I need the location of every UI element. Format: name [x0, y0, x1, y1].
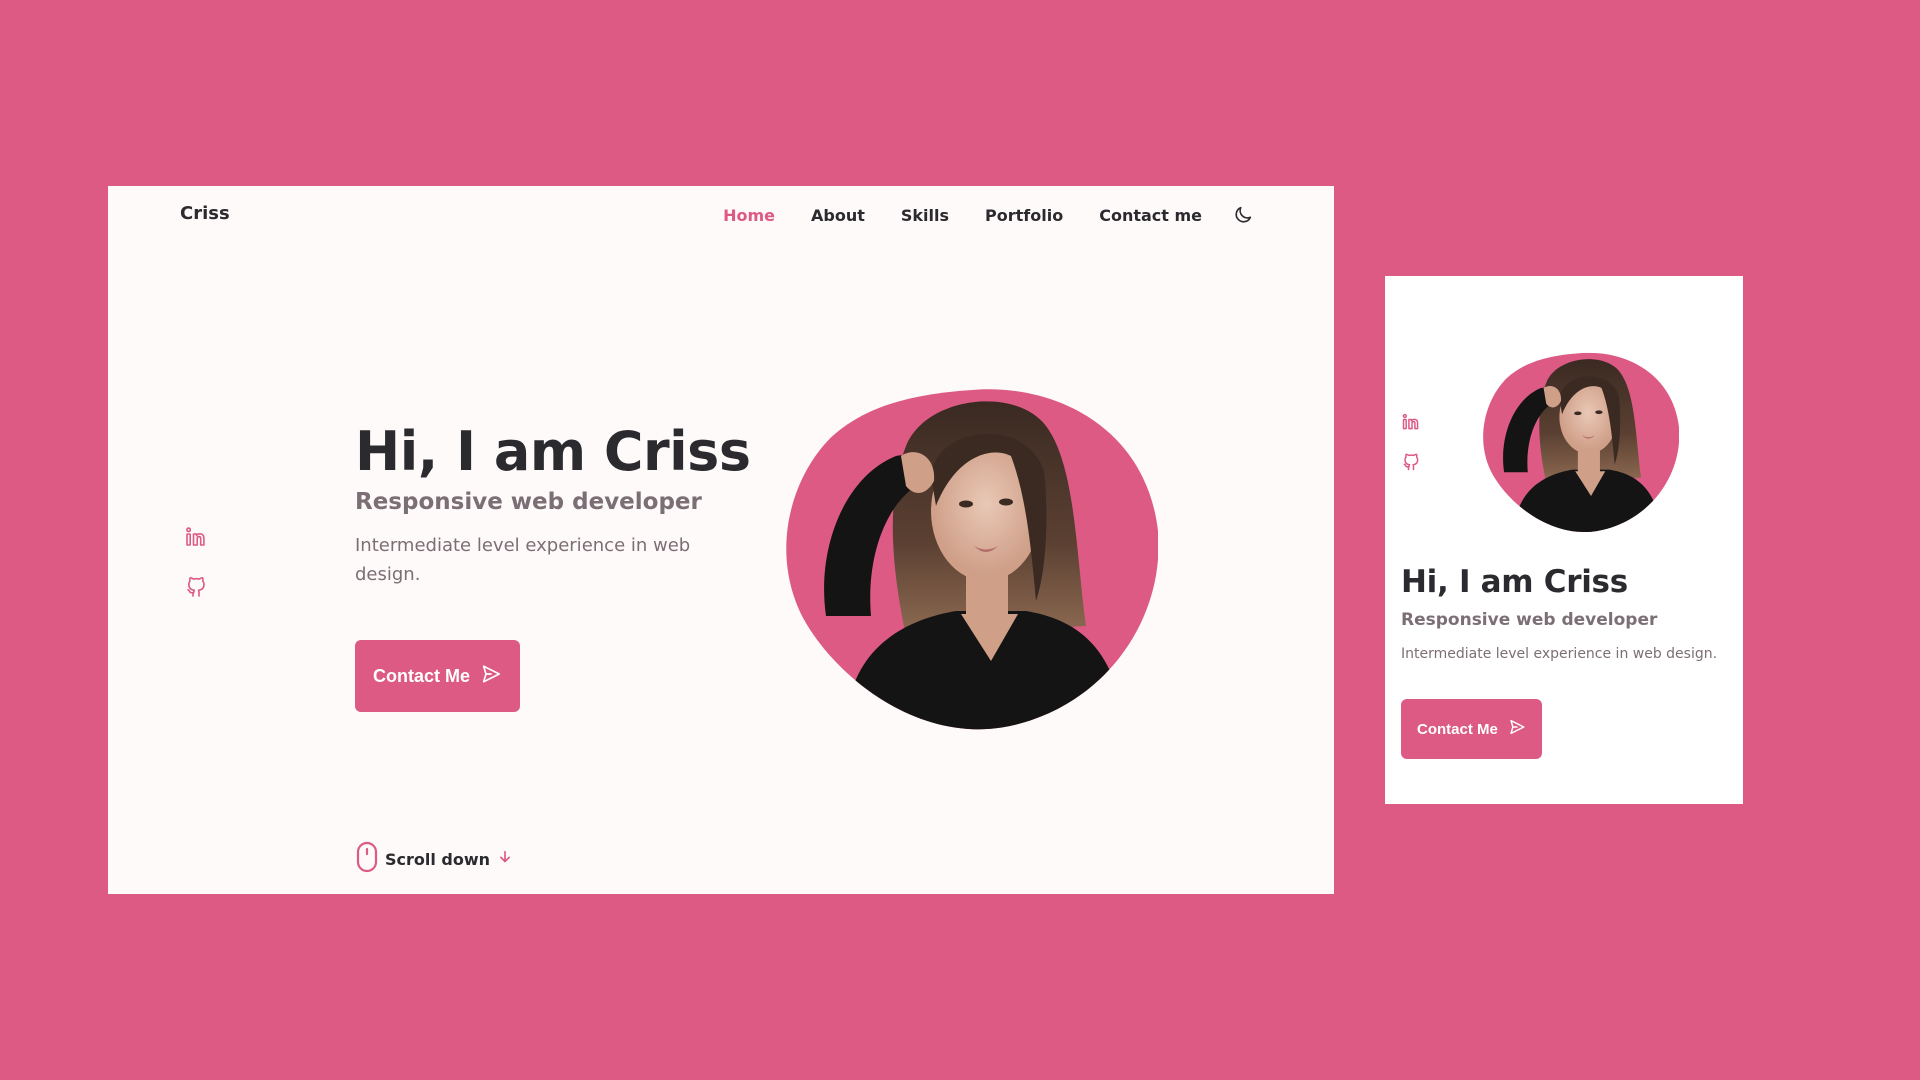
hero-text: Hi, I am Criss Responsive web developer … — [355, 422, 775, 589]
nav-skills[interactable]: Skills — [901, 206, 949, 225]
mobile-mockup: Hi, I am Criss Responsive web developer … — [1385, 276, 1743, 804]
nav-contact[interactable]: Contact me — [1099, 206, 1202, 225]
nav-home[interactable]: Home — [723, 206, 775, 225]
nav-about[interactable]: About — [811, 206, 865, 225]
mobile-hero-title: Hi, I am Criss — [1401, 564, 1628, 600]
hero-description: Intermediate level experience in web des… — [355, 535, 691, 586]
mobile-contact-me-label: Contact Me — [1417, 720, 1498, 738]
arrow-down-icon — [496, 848, 514, 870]
github-icon[interactable] — [1401, 452, 1421, 472]
mobile-social-links — [1401, 412, 1421, 472]
mobile-hero-subtitle: Responsive web developer — [1401, 610, 1658, 630]
scroll-down[interactable]: Scroll down — [355, 841, 514, 877]
hero-subtitle: Responsive web developer — [355, 489, 702, 516]
github-icon[interactable] — [184, 575, 208, 599]
hero-title: Hi, I am Criss — [355, 420, 751, 483]
mobile-profile-image — [1483, 351, 1679, 533]
logo[interactable]: Criss — [180, 203, 230, 224]
mouse-icon — [355, 841, 379, 877]
contact-me-button[interactable]: Contact Me — [355, 640, 521, 712]
navbar: Criss Home About Skills Portfolio Contac… — [108, 186, 1334, 246]
mobile-hero-description: Intermediate level experience in web des… — [1401, 646, 1718, 662]
mobile-contact-me-button[interactable]: Contact Me — [1401, 699, 1542, 759]
moon-icon[interactable] — [1232, 204, 1254, 226]
send-icon — [480, 663, 502, 690]
nav-links: Home About Skills Portfolio Contact me — [723, 204, 1254, 226]
linkedin-icon[interactable] — [184, 525, 208, 549]
nav-portfolio[interactable]: Portfolio — [985, 206, 1063, 225]
social-links — [184, 525, 208, 599]
contact-me-label: Contact Me — [373, 665, 471, 686]
send-icon — [1508, 718, 1526, 740]
desktop-mockup: Criss Home About Skills Portfolio Contac… — [108, 186, 1334, 894]
scroll-down-label: Scroll down — [385, 849, 491, 869]
profile-image — [786, 386, 1158, 731]
linkedin-icon[interactable] — [1401, 412, 1421, 432]
